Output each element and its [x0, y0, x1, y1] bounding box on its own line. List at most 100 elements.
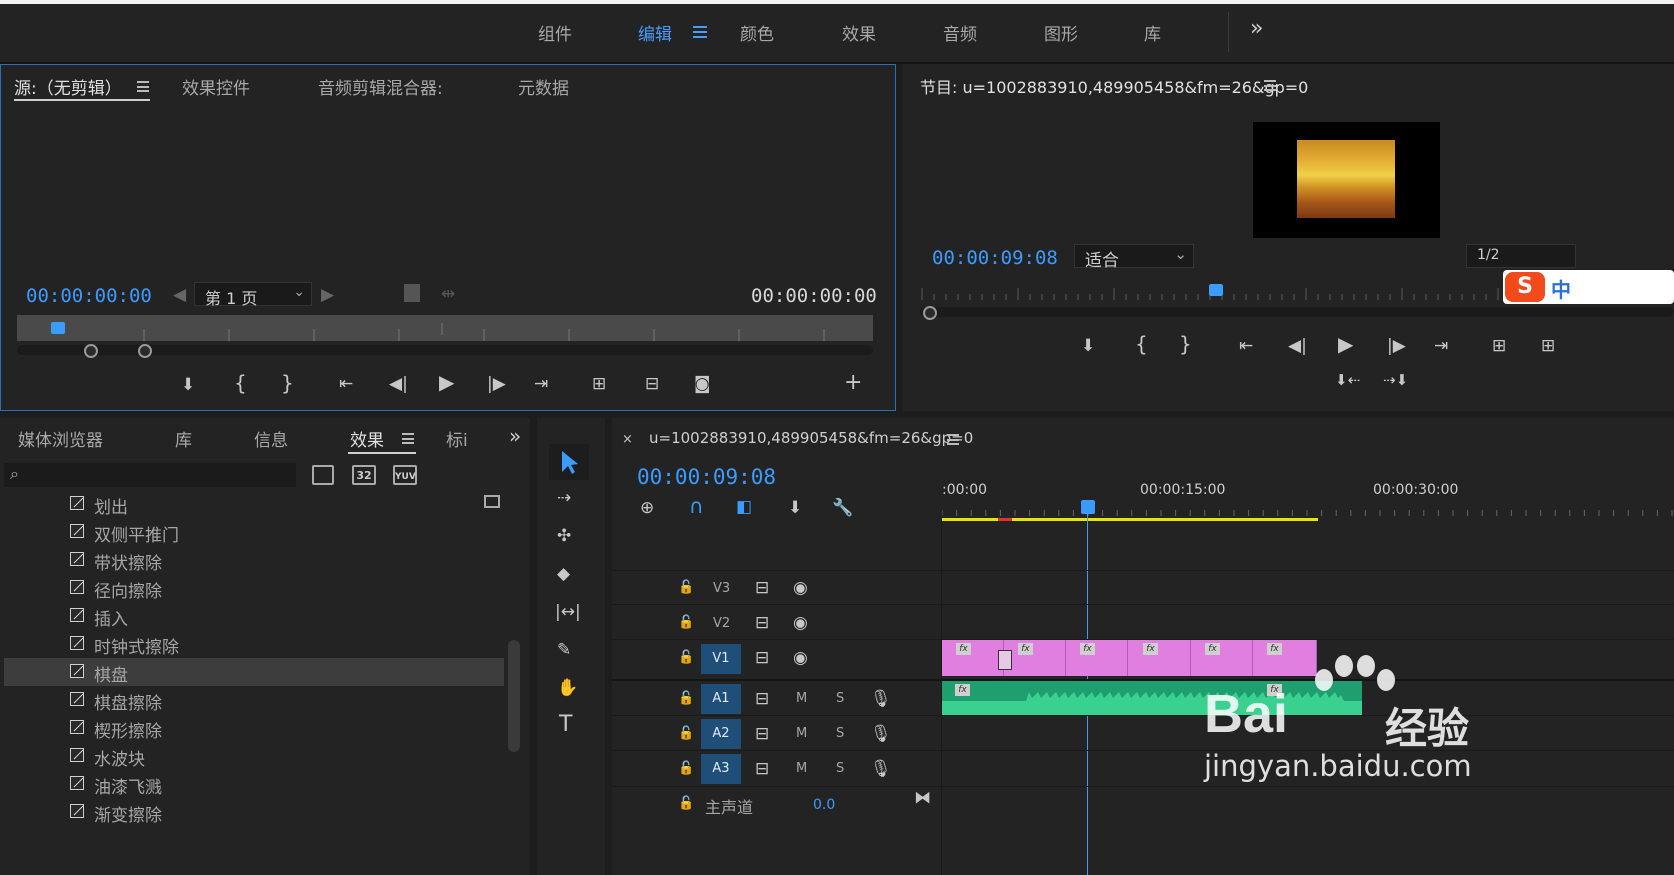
lock-icon[interactable]: 🔓: [678, 613, 694, 633]
ripple-edit-tool-icon[interactable]: ✣: [557, 526, 571, 546]
timeline-settings-icon[interactable]: 🔧: [832, 498, 853, 518]
sync-lock-icon[interactable]: ⊟: [755, 689, 769, 709]
sync-lock-icon[interactable]: ⊟: [755, 578, 769, 598]
list-item[interactable]: 油漆飞溅: [4, 770, 504, 798]
sync-lock-icon[interactable]: ⊟: [755, 648, 769, 668]
mark-in-icon[interactable]: {: [234, 373, 247, 393]
list-item[interactable]: 双侧平推门: [4, 518, 504, 546]
add-marker-icon[interactable]: ⬇: [181, 375, 195, 395]
solo-button[interactable]: S: [836, 691, 844, 706]
button-editor-icon[interactable]: +: [844, 372, 862, 394]
32bit-effects-icon[interactable]: 32: [352, 465, 376, 485]
mute-button[interactable]: M: [796, 691, 807, 706]
go-to-out-icon[interactable]: ⇥: [1434, 336, 1448, 356]
list-item[interactable]: 渐变擦除: [4, 798, 504, 826]
track-target-v1[interactable]: V1: [701, 644, 741, 674]
clip-segment[interactable]: fx: [1066, 640, 1128, 676]
insert-icon[interactable]: ⊞: [592, 374, 606, 394]
tab-source[interactable]: 源:（无剪辑）: [14, 74, 122, 99]
time-ruler[interactable]: [941, 502, 1674, 518]
list-item[interactable]: 径向擦除: [4, 574, 504, 602]
tab-effect-controls[interactable]: 效果控件: [182, 74, 250, 99]
program-playhead[interactable]: [1209, 284, 1223, 296]
fit-select[interactable]: 适合 ⌄: [1074, 244, 1194, 271]
clip-segment[interactable]: fx: [1129, 640, 1191, 676]
workspace-tab-editing[interactable]: 编辑: [638, 20, 672, 45]
step-forward-icon[interactable]: |▶: [487, 374, 506, 394]
tab-media-browser[interactable]: 媒体浏览器: [18, 426, 103, 451]
prev-page-icon[interactable]: ◀: [173, 285, 186, 305]
zoom-handle-left[interactable]: [923, 306, 937, 320]
program-title[interactable]: 节目: u=1002883910,489905458&fm=26&gp=0: [920, 74, 1308, 98]
tab-markers[interactable]: 标i: [446, 426, 468, 451]
add-marker-icon[interactable]: ⬇: [788, 498, 802, 518]
overwrite-icon[interactable]: ⊟: [645, 374, 659, 394]
extract-icon[interactable]: ⊞: [1541, 336, 1555, 356]
export-frame-icon[interactable]: ◙: [694, 374, 711, 394]
microphone-icon[interactable]: 🎙: [870, 759, 892, 779]
page-select[interactable]: 第 1 页 ⌄: [194, 282, 312, 308]
eye-icon[interactable]: ◉: [793, 578, 808, 598]
menu-icon[interactable]: [693, 26, 707, 38]
list-item[interactable]: 棋盘擦除: [4, 686, 504, 714]
mute-button[interactable]: M: [796, 726, 807, 741]
resolution-select[interactable]: 1/2: [1466, 244, 1576, 268]
panel-menu-icon[interactable]: [137, 81, 149, 92]
workspace-tab-assembly[interactable]: 组件: [538, 20, 572, 45]
linked-selection-icon[interactable]: ◧: [736, 497, 752, 517]
tab-info[interactable]: 信息: [254, 426, 288, 451]
go-to-in-icon[interactable]: ⇤: [339, 374, 353, 394]
microphone-icon[interactable]: 🎙: [870, 689, 892, 709]
track-target-a1[interactable]: A1: [701, 684, 741, 714]
tab-effects[interactable]: 效果: [350, 426, 384, 451]
list-item[interactable]: 楔形擦除: [4, 714, 504, 742]
add-marker-icon[interactable]: ⬇: [1081, 336, 1095, 356]
workspace-tab-effects[interactable]: 效果: [842, 20, 876, 45]
track-name-v3[interactable]: V3: [713, 581, 730, 596]
effects-scrollbar[interactable]: [508, 640, 520, 752]
yuv-effects-icon[interactable]: YUV: [393, 465, 417, 485]
type-tool-icon[interactable]: T: [559, 714, 572, 736]
lock-icon[interactable]: 🔓: [678, 759, 694, 779]
eye-icon[interactable]: ◉: [793, 613, 808, 633]
workspace-tab-color[interactable]: 颜色: [740, 20, 774, 45]
list-item[interactable]: 水波块: [4, 742, 504, 770]
selection-tool-icon[interactable]: [549, 444, 589, 480]
source-playhead[interactable]: [51, 322, 65, 334]
search-input[interactable]: ⌕: [4, 463, 296, 487]
go-to-out-icon[interactable]: ⇥: [534, 374, 548, 394]
go-to-in-icon[interactable]: ⇤: [1239, 336, 1253, 356]
mute-button[interactable]: M: [796, 761, 807, 776]
list-item[interactable]: 划出: [4, 494, 504, 518]
workspace-tab-graphics[interactable]: 图形: [1044, 20, 1078, 45]
track-target-a2[interactable]: A2: [701, 719, 741, 749]
lock-icon[interactable]: 🔓: [678, 689, 694, 709]
list-item-selected[interactable]: 棋盘: [4, 658, 504, 686]
workspace-tab-audio[interactable]: 音频: [943, 20, 977, 45]
list-item[interactable]: 插入: [4, 602, 504, 630]
play-icon[interactable]: ▶: [1338, 334, 1353, 354]
play-icon[interactable]: ▶: [439, 372, 454, 392]
timeline-playhead[interactable]: [1081, 500, 1095, 514]
panel-menu-icon[interactable]: [947, 434, 959, 445]
slip-tool-icon[interactable]: |↔|: [555, 602, 581, 622]
sync-lock-icon[interactable]: ⊟: [755, 613, 769, 633]
tab-audio-clip-mixer[interactable]: 音频剪辑混合器:: [318, 74, 443, 99]
transition-marker[interactable]: [998, 650, 1012, 670]
mark-in-icon[interactable]: {: [1135, 334, 1148, 354]
close-icon[interactable]: ×: [622, 430, 633, 450]
lock-icon[interactable]: 🔓: [678, 648, 694, 668]
razor-tool-icon[interactable]: ◆: [557, 564, 570, 584]
list-item[interactable]: 时钟式擦除: [4, 630, 504, 658]
trim-in-icon[interactable]: ⇢⬇: [1383, 370, 1408, 390]
tab-libraries[interactable]: 库: [175, 426, 192, 451]
lift-icon[interactable]: ⊞: [1492, 336, 1506, 356]
go-to-edit-point-icon[interactable]: ⧓: [914, 788, 931, 808]
accelerated-effects-icon[interactable]: [312, 465, 334, 485]
workspace-tab-libraries[interactable]: 库: [1144, 20, 1161, 45]
zoom-handle-right[interactable]: [138, 344, 152, 358]
master-volume-value[interactable]: 0.0: [813, 797, 835, 813]
sync-lock-icon[interactable]: ⊟: [755, 759, 769, 779]
hand-tool-icon[interactable]: ✋: [557, 678, 578, 698]
step-forward-icon[interactable]: |▶: [1387, 336, 1406, 356]
